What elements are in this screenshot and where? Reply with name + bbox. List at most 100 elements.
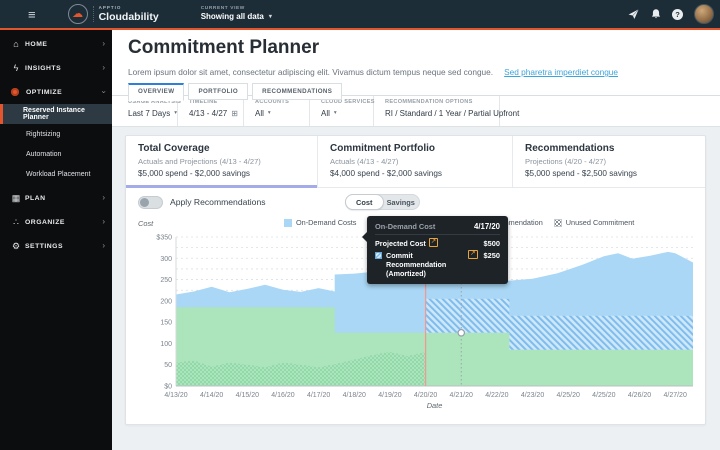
legend-unused-commitment: Unused Commitment (554, 218, 635, 227)
sidebar-item-plan[interactable]: ▦ PLAN › (0, 186, 112, 210)
plan-icon: ▦ (10, 194, 22, 203)
header-link[interactable]: Sed pharetra imperdiet congue (504, 67, 618, 77)
main-content: Commitment Planner Lorem ipsum dolor sit… (112, 30, 720, 450)
segment-cost[interactable]: Cost (345, 194, 384, 210)
sidebar-item-settings[interactable]: ⚙ SETTINGS › (0, 234, 112, 258)
summary-card-commitment-portfolio[interactable]: Commitment Portfolio Actuals (4/13 - 4/2… (318, 136, 513, 187)
page-header: Commitment Planner Lorem ipsum dolor sit… (112, 30, 720, 127)
sidebar-item-workload-placement[interactable]: Workload Placement (0, 164, 112, 184)
svg-text:$0: $0 (164, 384, 172, 391)
on-demand-swatch-icon (284, 219, 292, 227)
x-axis-title: Date (176, 401, 693, 410)
svg-text:150: 150 (160, 320, 172, 327)
sidebar-item-optimize[interactable]: OPTIMIZE › (0, 80, 112, 104)
svg-text:200: 200 (160, 298, 172, 305)
svg-text:4/17/20: 4/17/20 (307, 392, 330, 399)
brand-block: APPTIO Cloudability (93, 6, 159, 22)
tooltip-date: 4/17/20 (474, 222, 500, 231)
segment-savings[interactable]: Savings (383, 195, 420, 209)
svg-text:4/23/20: 4/23/20 (521, 392, 544, 399)
calendar-icon: ⊞ (231, 110, 238, 118)
tab-recommendations[interactable]: RECOMMENDATIONS (252, 83, 342, 100)
current-view-dropdown[interactable]: CURRENT VIEW Showing all data ▾ (201, 7, 272, 22)
tab-bar: OVERVIEW PORTFOLIO RECOMMENDATIONS (128, 83, 346, 100)
help-icon[interactable]: ? (672, 9, 683, 20)
app-root: ≡ ☁ APPTIO Cloudability CURRENT VIEW Sho… (0, 0, 720, 450)
svg-text:4/14/20: 4/14/20 (200, 392, 223, 399)
tab-portfolio[interactable]: PORTFOLIO (188, 83, 248, 100)
page-title: Commitment Planner (128, 37, 319, 59)
svg-text:4/25/20: 4/25/20 (557, 392, 580, 399)
external-link-icon[interactable]: ↗ (429, 238, 438, 247)
chevron-down-icon: ▾ (269, 14, 272, 20)
filter-cloud-services[interactable]: CLOUD SERVICES All ▾ (310, 96, 374, 126)
apply-recommendations-toggle[interactable] (138, 196, 163, 209)
chevron-right-icon: › (102, 64, 105, 72)
bell-icon[interactable] (649, 8, 663, 21)
chevron-down-icon: › (100, 91, 108, 94)
hatch-swatch-icon (375, 252, 382, 259)
legend-on-demand: On-Demand Costs (284, 218, 356, 227)
chevron-down-icon: ▾ (268, 111, 271, 117)
toggle-knob (140, 198, 149, 207)
chart-tooltip: On-Demand Cost 4/17/20 Projected Cost ↗ … (367, 216, 508, 284)
sidebar-item-rightsizing[interactable]: Rightsizing (0, 124, 112, 144)
tooltip-series-label: On-Demand Cost (375, 222, 435, 231)
summary-row: Total Coverage Actuals and Projections (… (126, 136, 705, 188)
settings-icon: ⚙ (10, 242, 22, 251)
menu-icon[interactable]: ≡ (28, 8, 36, 21)
filter-timeline[interactable]: TIMELINE 4/13 - 4/27 ⊞ (178, 96, 244, 126)
brand-small: APPTIO (99, 6, 159, 11)
sidebar-item-reserved-instance-planner[interactable]: Reserved Instance Planner (0, 104, 112, 124)
sidebar-item-organize[interactable]: ∴ ORGANIZE › (0, 210, 112, 234)
chart-area[interactable]: $0 50 100 150 200 250 300 $350 4/13/20 4/14/20 4/1… (126, 231, 705, 416)
filter-recommendation-options[interactable]: RECOMMENDATION OPTIONS RI / Standard / 1… (374, 96, 500, 126)
avatar[interactable] (694, 4, 714, 24)
svg-text:4/16/20: 4/16/20 (271, 392, 294, 399)
svg-text:50: 50 (164, 362, 172, 369)
sidebar-item-insights[interactable]: ϟ INSIGHTS › (0, 56, 112, 80)
brand-name: Cloudability (99, 12, 159, 23)
unused-commitment-swatch-icon (554, 219, 562, 227)
current-view-label: CURRENT VIEW (201, 7, 272, 12)
summary-card-recommendations[interactable]: Recommendations Projections (4/20 - 4/27… (513, 136, 705, 187)
svg-text:4/25/20: 4/25/20 (592, 392, 615, 399)
cost-savings-segmented-control: Cost Savings (345, 194, 420, 210)
apply-recommendations-label: Apply Recommendations (170, 197, 266, 207)
svg-text:4/19/20: 4/19/20 (378, 392, 401, 399)
svg-text:4/26/20: 4/26/20 (628, 392, 651, 399)
insights-icon: ϟ (10, 64, 22, 73)
planner-card: Total Coverage Actuals and Projections (… (125, 135, 706, 425)
svg-text:4/18/20: 4/18/20 (343, 392, 366, 399)
y-axis-title: Cost (138, 219, 153, 228)
accent-divider (0, 28, 720, 30)
cloud-icon: ☁ (72, 9, 83, 20)
svg-text:4/15/20: 4/15/20 (236, 392, 259, 399)
svg-text:$350: $350 (156, 235, 172, 242)
page-subtitle: Lorem ipsum dolor sit amet, consectetur … (128, 67, 493, 77)
svg-text:4/21/20: 4/21/20 (450, 392, 473, 399)
external-link-icon[interactable]: ↗ (468, 250, 477, 259)
summary-card-total-coverage[interactable]: Total Coverage Actuals and Projections (… (126, 136, 318, 187)
svg-text:300: 300 (160, 256, 172, 263)
svg-text:4/13/20: 4/13/20 (164, 392, 187, 399)
brand-logo[interactable]: ☁ (68, 4, 88, 24)
chevron-down-icon: ▾ (334, 111, 337, 117)
svg-text:100: 100 (160, 341, 172, 348)
sidebar-item-home[interactable]: ⌂ HOME › (0, 32, 112, 56)
top-bar: ≡ ☁ APPTIO Cloudability CURRENT VIEW Sho… (0, 0, 720, 28)
optimize-icon (11, 88, 19, 96)
organize-icon: ∴ (10, 218, 22, 227)
rocket-icon[interactable] (626, 8, 640, 21)
sidebar: ⌂ HOME › ϟ INSIGHTS › OPTIMIZE › Reserve… (0, 30, 112, 450)
chevron-right-icon: › (102, 242, 105, 250)
chevron-down-icon: ▾ (174, 111, 177, 117)
sidebar-item-automation[interactable]: Automation (0, 144, 112, 164)
tab-overview[interactable]: OVERVIEW (128, 83, 184, 101)
controls-row: Apply Recommendations Cost Savings (126, 188, 705, 216)
tooltip-projected-cost-row: Projected Cost ↗ $500 (375, 239, 500, 248)
tooltip-commit-recommendation-row: Commit Recommendation ↗ $250 (375, 251, 500, 269)
svg-text:4/20/20: 4/20/20 (414, 392, 437, 399)
filter-accounts[interactable]: ACCOUNTS All ▾ (244, 96, 310, 126)
svg-text:250: 250 (160, 277, 172, 284)
